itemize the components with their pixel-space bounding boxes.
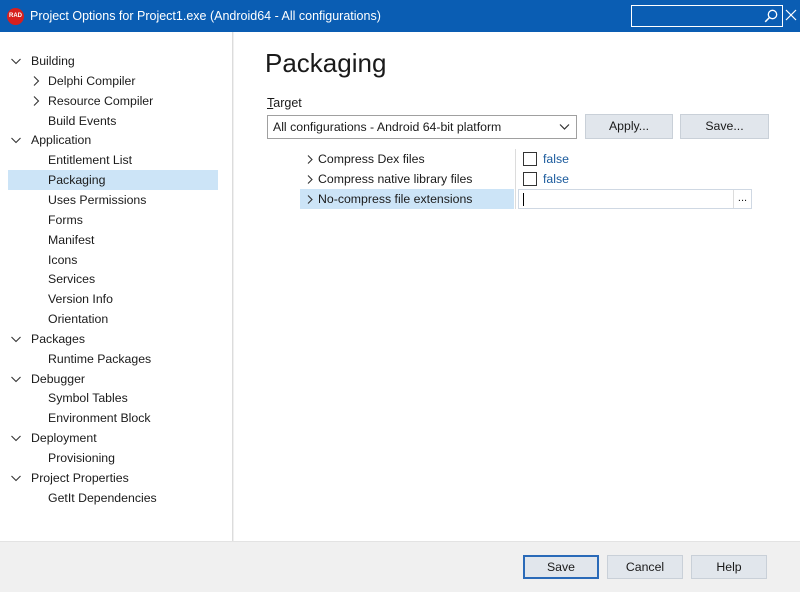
- tree-item-uses-permissions[interactable]: Uses Permissions: [8, 190, 218, 210]
- property-row-compress-dex[interactable]: Compress Dex files false: [300, 149, 752, 169]
- tree-item-label: GetIt Dependencies: [48, 490, 157, 505]
- property-value: false: [543, 172, 569, 186]
- chevron-down-icon[interactable]: [10, 329, 22, 349]
- tree-item-orientation[interactable]: Orientation: [8, 309, 218, 329]
- column-divider: [515, 189, 516, 209]
- tree-item-debugger[interactable]: Debugger: [8, 369, 218, 389]
- help-button[interactable]: Help: [691, 555, 767, 579]
- property-row-compress-native[interactable]: Compress native library files false: [300, 169, 752, 189]
- tree-item-application[interactable]: Application: [8, 130, 218, 150]
- apply-button[interactable]: Apply...: [585, 114, 673, 139]
- title-search-input[interactable]: [631, 5, 783, 27]
- chevron-down-icon: [559, 124, 570, 130]
- close-button[interactable]: [784, 8, 798, 22]
- chevron-down-icon[interactable]: [10, 468, 22, 488]
- tree-item-label: Resource Compiler: [48, 93, 154, 108]
- property-value: false: [543, 152, 569, 166]
- tree-item-getit-dependencies[interactable]: GetIt Dependencies: [8, 488, 218, 508]
- chevron-down-icon[interactable]: [10, 428, 22, 448]
- compress-dex-checkbox[interactable]: [523, 152, 537, 166]
- tree-item-delphi-compiler[interactable]: Delphi Compiler: [8, 71, 218, 91]
- tree-item-label: Services: [48, 272, 96, 287]
- tree-item-services[interactable]: Services: [8, 269, 218, 289]
- rad-logo-icon: RAD: [7, 8, 24, 25]
- property-row-no-compress-extensions[interactable]: No-compress file extensions ...: [300, 189, 752, 209]
- no-compress-extensions-input[interactable]: ...: [518, 189, 752, 209]
- page-title: Packaging: [265, 48, 387, 78]
- tree-item-environment-block[interactable]: Environment Block: [8, 408, 218, 428]
- target-select-value: All configurations - Android 64-bit plat…: [273, 120, 502, 134]
- chevron-right-icon[interactable]: [305, 169, 315, 189]
- search-icon: [764, 9, 778, 23]
- column-divider: [515, 149, 516, 169]
- chevron-down-icon[interactable]: [10, 51, 22, 71]
- tree-item-forms[interactable]: Forms: [8, 210, 218, 230]
- tree-item-building[interactable]: Building: [8, 51, 218, 71]
- property-name: No-compress file extensions: [318, 192, 473, 206]
- tree-item-label: Build Events: [48, 113, 117, 128]
- tree-item-project-properties[interactable]: Project Properties: [8, 468, 218, 488]
- tree-item-label: Project Properties: [31, 470, 129, 485]
- tree-item-resource-compiler[interactable]: Resource Compiler: [8, 91, 218, 111]
- tree-item-label: Runtime Packages: [48, 351, 152, 366]
- text-caret: [523, 193, 524, 206]
- tree-item-symbol-tables[interactable]: Symbol Tables: [8, 388, 218, 408]
- property-name-cell: No-compress file extensions: [300, 189, 514, 209]
- tree-item-label: Environment Block: [48, 411, 151, 426]
- chevron-right-icon[interactable]: [30, 71, 42, 91]
- tree-item-label: Forms: [48, 212, 83, 227]
- main-panel: Packaging Target All configurations - An…: [234, 32, 800, 541]
- compress-native-checkbox[interactable]: [523, 172, 537, 186]
- title-bar: RAD Project Options for Project1.exe (An…: [0, 0, 800, 32]
- tree-item-manifest[interactable]: Manifest: [8, 230, 218, 250]
- tree-item-label: Uses Permissions: [48, 192, 147, 207]
- dialog-footer: Save Cancel Help: [0, 541, 800, 592]
- tree-item-packages[interactable]: Packages: [8, 329, 218, 349]
- tree-item-version-info[interactable]: Version Info: [8, 289, 218, 309]
- property-name: Compress native library files: [318, 172, 473, 186]
- tree-item-label: Icons: [48, 252, 78, 267]
- chevron-down-icon[interactable]: [10, 130, 22, 150]
- tree-item-label: Manifest: [48, 232, 95, 247]
- tree-item-label: Orientation: [48, 312, 109, 327]
- window-title: Project Options for Project1.exe (Androi…: [30, 9, 381, 23]
- tree-item-build-events[interactable]: Build Events: [8, 111, 218, 131]
- property-name: Compress Dex files: [318, 152, 425, 166]
- chevron-down-icon[interactable]: [10, 369, 22, 389]
- save-config-button[interactable]: Save...: [680, 114, 769, 139]
- ellipsis-button[interactable]: ...: [733, 190, 751, 208]
- target-label: Target: [267, 96, 302, 110]
- tree-item-packaging[interactable]: Packaging: [8, 170, 218, 191]
- tree-item-label: Entitlement List: [48, 153, 133, 168]
- tree-item-label: Debugger: [31, 371, 86, 386]
- property-name-cell: Compress native library files: [300, 169, 514, 189]
- tree-item-label: Deployment: [31, 431, 97, 446]
- property-name-cell: Compress Dex files: [300, 149, 514, 169]
- target-label-text: arget: [273, 96, 302, 110]
- target-select[interactable]: All configurations - Android 64-bit plat…: [267, 115, 577, 139]
- chevron-right-icon[interactable]: [30, 91, 42, 111]
- tree-item-label: Provisioning: [48, 451, 115, 465]
- save-button[interactable]: Save: [523, 555, 599, 579]
- chevron-right-icon[interactable]: [305, 189, 315, 209]
- tree-item-icons[interactable]: Icons: [8, 250, 218, 270]
- tree-item-label: Application: [31, 133, 92, 148]
- cancel-button[interactable]: Cancel: [607, 555, 683, 579]
- tree-item-entitlement-list[interactable]: Entitlement List: [8, 150, 218, 170]
- tree-item-label: Packaging: [48, 173, 106, 188]
- column-divider: [515, 169, 516, 189]
- tree-item-label: Packages: [31, 331, 86, 346]
- tree-item-label: Building: [31, 54, 75, 68]
- close-icon: [785, 9, 797, 21]
- tree-item-label: Symbol Tables: [48, 391, 128, 406]
- tree-item-label: Delphi Compiler: [48, 73, 136, 88]
- tree-item-deployment[interactable]: Deployment: [8, 428, 218, 448]
- options-tree: Building Delphi Compiler Resource Compiler…: [0, 32, 233, 541]
- tree-item-label: Version Info: [48, 292, 113, 307]
- tree-item-runtime-packages[interactable]: Runtime Packages: [8, 349, 218, 369]
- tree-item-provisioning[interactable]: Provisioning: [8, 448, 218, 468]
- chevron-right-icon[interactable]: [305, 149, 315, 169]
